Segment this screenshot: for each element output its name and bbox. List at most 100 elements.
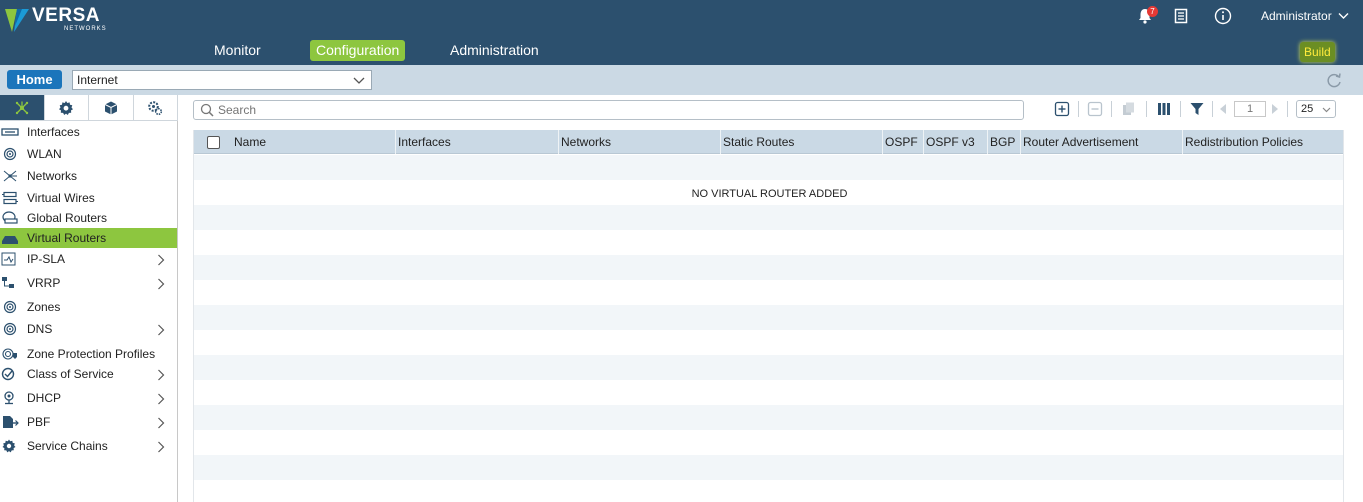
search-box (193, 100, 1024, 120)
build-button[interactable]: Build (1300, 42, 1335, 62)
page-size-select[interactable]: 25 (1296, 100, 1336, 118)
virtual-routers-table: Name Interfaces Networks Static Routes O… (193, 130, 1344, 502)
table-row (194, 380, 1343, 405)
chevron-right-icon[interactable] (157, 324, 165, 336)
sidebar-item-wlan[interactable]: WLAN (0, 144, 177, 164)
sidebar-item-label: DHCP (27, 391, 62, 405)
sidebar-item-pbf[interactable]: PBF (0, 412, 177, 432)
user-menu[interactable]: Administrator (1261, 9, 1349, 23)
column-header-static-routes[interactable]: Static Routes (720, 130, 882, 154)
column-header-networks[interactable]: Networks (558, 130, 720, 154)
sidebar-item-networks[interactable]: Networks (0, 166, 177, 186)
add-icon[interactable] (1054, 101, 1070, 117)
table-row (194, 205, 1343, 230)
nav-configuration[interactable]: Configuration (310, 40, 406, 61)
gear-icon (59, 100, 74, 115)
search-icon (200, 103, 214, 117)
column-header-interfaces[interactable]: Interfaces (395, 130, 558, 154)
sidebar-item-global-routers[interactable]: Global Routers (0, 208, 177, 228)
sla-icon (1, 252, 16, 266)
clone-icon[interactable] (1121, 101, 1137, 117)
home-button[interactable]: Home (7, 70, 62, 89)
column-header-redistribution-policies[interactable]: Redistribution Policies (1182, 130, 1343, 154)
interface-icon (1, 128, 19, 136)
vrrp-icon (2, 277, 14, 288)
organization-select[interactable]: Internet (72, 70, 372, 90)
nav-administration[interactable]: Administration (444, 40, 545, 61)
info-icon (1214, 7, 1232, 25)
toolbar-divider (1212, 101, 1213, 117)
remove-icon[interactable] (1087, 101, 1103, 117)
filter-icon[interactable] (1189, 101, 1205, 117)
info-button[interactable] (1214, 7, 1234, 27)
toolbar-divider (1078, 101, 1079, 117)
table-row (194, 480, 1343, 502)
sidebar-item-zone-protection-profiles[interactable]: Zone Protection Profiles (0, 344, 177, 364)
wifi-icon (3, 147, 17, 161)
chevron-down-icon (1338, 13, 1349, 19)
settings-cog-icon (148, 100, 163, 115)
tab-others[interactable] (133, 95, 178, 121)
sidebar-item-dhcp[interactable]: DHCP (0, 388, 177, 408)
chevron-right-icon[interactable] (157, 369, 165, 381)
sidebar-item-label: IP-SLA (27, 252, 66, 266)
table-row (194, 430, 1343, 455)
sidebar-item-dns[interactable]: DNS (0, 319, 177, 339)
sidebar-item-label: VRRP (27, 276, 61, 290)
column-header-ospf-v3[interactable]: OSPF v3 (923, 130, 987, 154)
tab-services[interactable] (44, 95, 89, 121)
chevron-right-icon[interactable] (157, 393, 165, 405)
sidebar-item-class-of-service[interactable]: Class of Service (0, 364, 177, 384)
search-input[interactable] (218, 102, 1008, 118)
nav-monitor[interactable]: Monitor (208, 40, 267, 61)
tab-networking[interactable] (0, 95, 45, 121)
sidebar-item-service-chains[interactable]: Service Chains (0, 436, 177, 456)
versa-logo[interactable]: VERSA NETWORKS (4, 6, 107, 34)
sidebar-item-label: DNS (27, 322, 53, 336)
column-header-name[interactable]: Name (232, 130, 395, 154)
chevron-down-icon (353, 77, 365, 84)
sidebar-item-zones[interactable]: Zones (0, 297, 177, 317)
organization-select-value: Internet (77, 73, 118, 87)
zone-protection-icon (2, 348, 17, 360)
column-header-bgp[interactable]: BGP (987, 130, 1020, 154)
tasks-button[interactable] (1173, 8, 1193, 28)
sidebar-item-interfaces[interactable]: Interfaces (0, 122, 177, 142)
chevron-right-icon[interactable] (157, 417, 165, 429)
columns-icon[interactable] (1156, 101, 1172, 117)
wire-icon (2, 191, 18, 205)
networking-icon (15, 101, 28, 114)
refresh-icon[interactable] (1325, 72, 1343, 90)
page-number-input[interactable]: 1 (1234, 101, 1266, 117)
sidebar-item-label: PBF (27, 415, 51, 429)
tab-objects[interactable] (89, 95, 134, 121)
sidebar-item-label: Virtual Wires (27, 191, 95, 205)
sidebar-item-virtual-routers[interactable]: Virtual Routers (0, 228, 177, 248)
logo-subtext: NETWORKS (64, 26, 107, 32)
chevron-right-icon[interactable] (157, 254, 165, 266)
sidebar-item-virtual-wires[interactable]: Virtual Wires (0, 188, 177, 208)
sidebar-item-label: Service Chains (27, 439, 108, 453)
sidebar-item-vrrp[interactable]: VRRP (0, 273, 177, 293)
chevron-right-icon[interactable] (157, 441, 165, 453)
column-header-router-advertisement[interactable]: Router Advertisement (1020, 130, 1182, 154)
sidebar-item-ip-sla[interactable]: IP-SLA (0, 249, 177, 269)
table-row (194, 155, 1343, 180)
toolbar-divider (1287, 101, 1288, 117)
clipboard-list-icon (1174, 8, 1188, 24)
chevron-right-icon[interactable] (157, 278, 165, 290)
sidebar: Interfaces WLAN Networks Virtual Wires G… (0, 95, 178, 502)
sidebar-item-label: Networks (27, 169, 78, 183)
table-row (194, 405, 1343, 430)
cos-icon (1, 367, 15, 381)
next-page-icon[interactable] (1270, 101, 1280, 117)
chevron-down-icon (1322, 107, 1331, 113)
user-name: Administrator (1261, 9, 1332, 23)
network-icon (3, 170, 17, 182)
previous-page-icon[interactable] (1218, 101, 1228, 117)
column-header-ospf[interactable]: OSPF (882, 130, 923, 154)
select-all-checkbox[interactable] (207, 136, 220, 149)
empty-table-message: NO VIRTUAL ROUTER ADDED (691, 188, 848, 200)
notifications-button[interactable]: 7 (1136, 6, 1158, 27)
sidebar-item-label: Class of Service (27, 367, 114, 381)
